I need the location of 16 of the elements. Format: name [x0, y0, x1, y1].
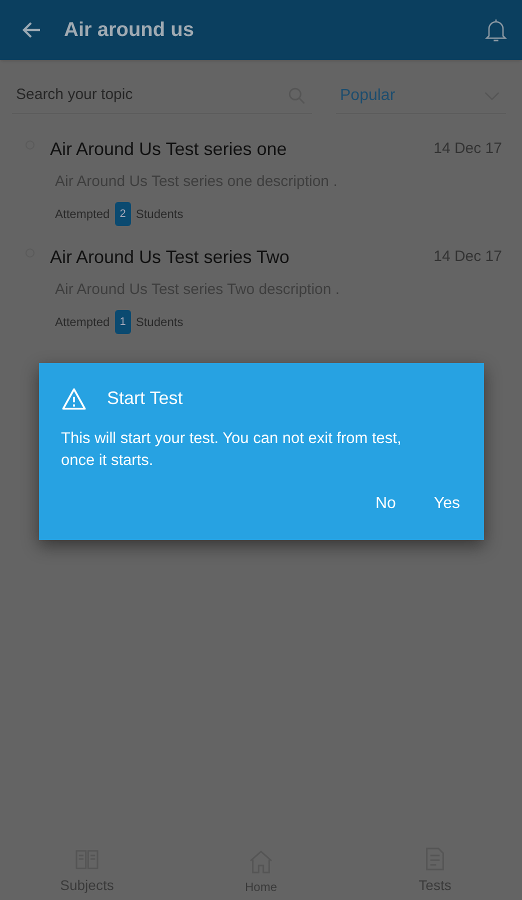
warning-icon: [61, 386, 87, 412]
attempted-label: Attempted: [55, 206, 110, 223]
search-field[interactable]: Search your topic: [16, 84, 286, 107]
count-badge: 1: [114, 310, 131, 334]
test-title[interactable]: Air Around Us Test series one: [50, 136, 434, 163]
app-bar-title: Air around us: [64, 18, 194, 43]
count-badge: 2: [114, 202, 131, 226]
sort-dropdown[interactable]: Popular: [336, 78, 506, 114]
dialog-button[interactable]: No: [373, 492, 398, 516]
dialog-title: Start Test: [107, 387, 183, 410]
dialog-button[interactable]: Yes: [432, 492, 462, 516]
students-label: Students: [136, 314, 184, 331]
attempted-label: Attempted: [55, 314, 110, 331]
dialog-message: This will start your test. You can not exit from test, once it starts.: [61, 429, 402, 471]
test-title[interactable]: Air Around Us Test series Two: [50, 244, 434, 271]
students-label: Students: [136, 206, 184, 223]
